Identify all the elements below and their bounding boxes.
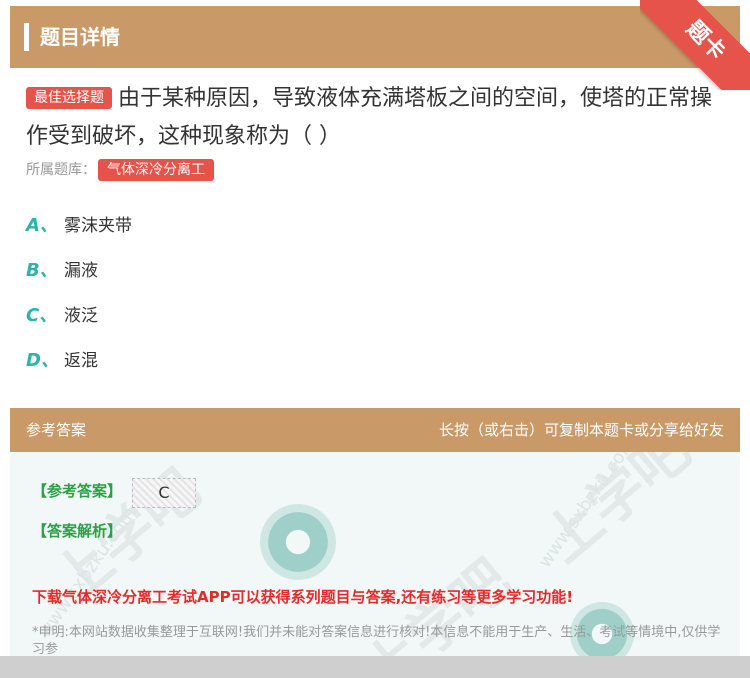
- options-list: A、 雾沫夹带 B、 漏液 C、 液泛 D、 返混: [26, 212, 726, 392]
- option-letter: D、: [26, 350, 59, 371]
- answer-analysis-label: 【答案解析】: [32, 522, 123, 540]
- download-app-promo[interactable]: 下载气体深冷分离工考试APP可以获得系列题目与答案,还有练习等更多学习功能!: [32, 586, 573, 608]
- header-bar: 题目详情: [10, 6, 740, 68]
- reference-answer-label: 【参考答案】: [32, 482, 123, 500]
- option-letter: B、: [26, 260, 58, 281]
- question-stem: 最佳选择题 由于某种原因，导致液体充满塔板之间的空间，使塔的正常操作受到破坏，这种…: [26, 80, 726, 156]
- copy-share-hint: 长按（或右击）可复制本题卡或分享给好友: [438, 421, 724, 439]
- option-d[interactable]: D、 返混: [26, 347, 726, 392]
- library-label: 所属题库：: [26, 162, 96, 178]
- answer-header: 参考答案 长按（或右击）可复制本题卡或分享给好友: [10, 408, 740, 452]
- disclaimer-text: *申明:本网站数据收集整理于互联网!我们并未能对答案信息进行核对!本信息不能用于…: [32, 625, 721, 657]
- answer-panel: 上学吧 上学吧 上学吧 www.sxbzku.com www.sxbzku.co…: [10, 452, 740, 678]
- option-a[interactable]: A、 雾沫夹带: [26, 212, 726, 257]
- header-accent-bar: [24, 23, 29, 51]
- option-b[interactable]: B、 漏液: [26, 257, 726, 302]
- option-text: 返混: [64, 351, 98, 371]
- answer-header-label: 参考答案: [26, 421, 87, 439]
- answer-value-image: C: [132, 478, 196, 508]
- question-type-badge: 最佳选择题: [26, 87, 112, 109]
- option-text: 漏液: [64, 261, 98, 281]
- ribbon-label: 题卡: [640, 0, 750, 90]
- question-text: 由于某种原因，导致液体充满塔板之间的空间，使塔的正常操作受到破坏，这种现象称为（…: [26, 86, 713, 149]
- library-tag[interactable]: 气体深冷分离工: [98, 159, 214, 181]
- page-title: 题目详情: [40, 25, 120, 49]
- option-letter: A、: [26, 215, 58, 236]
- option-text: 液泛: [64, 306, 98, 326]
- bottom-overlay-bar: [0, 656, 750, 678]
- corner-ribbon: 题卡: [640, 0, 750, 90]
- option-text: 雾沫夹带: [64, 216, 132, 236]
- option-c[interactable]: C、 液泛: [26, 302, 726, 347]
- option-letter: C、: [26, 305, 58, 326]
- watermark-swirl-icon: [260, 504, 336, 580]
- library-row: 所属题库： 气体深冷分离工: [26, 158, 214, 182]
